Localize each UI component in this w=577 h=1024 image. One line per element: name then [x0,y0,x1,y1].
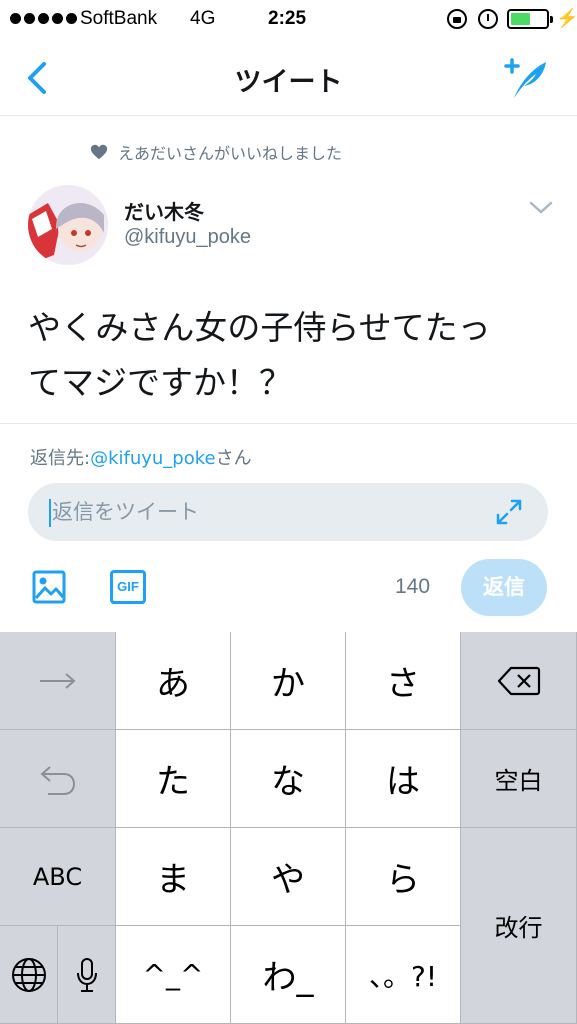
globe-icon [11,957,46,992]
network-type: 4G [190,8,216,29]
kana-key-label: ら [386,860,420,900]
expand-icon [496,499,522,525]
character-counter: 140 [395,575,431,598]
punctuation-key[interactable]: 、。?! [346,926,461,1024]
liked-banner-text: えあだいさんがいいねしました [118,144,343,163]
return-key[interactable]: 改行 [461,828,577,1024]
kana-key[interactable]: た [116,730,231,828]
tweet-text-line: やくみさん女の子侍らせてたっ [28,308,491,347]
reply-to-label: 返信先:@kifuyu_pokeさん [30,444,252,470]
add-photo-button[interactable] [32,570,66,604]
punctuation-key-label: 、。?! [368,959,438,993]
kana-key-label: は [386,762,420,802]
divider [0,423,577,424]
tweet-text: やくみさん女の子侍らせてたっ てマジですか！？ [28,300,548,410]
space-key[interactable]: 空白 [461,730,577,828]
reply-composer[interactable] [28,483,548,541]
signal-strength-icon [10,13,77,24]
japanese-keyboard: ABC あ か さ た な は ま や ら ^_^ わ_ 、。?! 空白 改行 [0,632,577,1024]
kana-key-label: ま [156,860,190,900]
avatar-illustration [28,185,108,265]
author-handle[interactable]: @kifuyu_poke [124,226,251,249]
cursor-forward-key[interactable] [0,632,116,730]
carrier-name: SoftBank [80,8,158,29]
delete-key[interactable] [461,632,577,730]
alarm-icon [478,9,498,29]
reply-submit-button[interactable]: 返信 [461,559,547,616]
dictation-key[interactable] [58,926,116,1024]
tweet-text-line: てマジですか！？ [28,363,292,402]
microphone-icon [76,957,97,992]
battery-icon [507,9,553,29]
backspace-icon [497,666,540,695]
emoticon-key[interactable]: ^_^ [116,926,231,1024]
kana-key-label: さ [386,664,420,704]
kana-key-wa[interactable]: わ_ [231,926,346,1024]
add-gif-button[interactable]: GIF [110,570,146,604]
author-name[interactable]: だい木冬 [124,196,204,225]
space-key-label: 空白 [494,767,543,795]
compose-tweet-button[interactable] [500,54,552,102]
kana-key[interactable]: さ [346,632,461,730]
tweet-options-button[interactable] [528,198,554,218]
abc-key[interactable]: ABC [0,828,116,926]
rotation-lock-icon [447,9,467,29]
chevron-down-icon [529,201,553,214]
kana-key[interactable]: ら [346,828,461,926]
reply-input[interactable] [52,483,472,541]
status-bar: SoftBank 4G 2:25 ⚡ [0,0,577,38]
kana-key[interactable]: な [231,730,346,828]
reply-to-suffix: さん [215,448,252,469]
charging-icon: ⚡ [556,8,577,28]
return-key-label: 改行 [494,914,543,942]
kana-key[interactable]: や [231,828,346,926]
kana-key[interactable]: あ [116,632,231,730]
page-title: ツイート [234,67,343,98]
kana-key-label: か [271,664,305,704]
image-icon [32,570,66,604]
arrow-right-icon [39,672,76,689]
reply-toolbar: GIF 140 返信 [0,555,577,621]
compose-feather-icon [504,58,546,98]
undo-key[interactable] [0,730,116,828]
kana-key-label: あ [156,664,190,704]
status-time: 2:25 [268,8,307,29]
kana-key[interactable]: か [231,632,346,730]
kana-key[interactable]: は [346,730,461,828]
expand-composer-button[interactable] [494,497,524,527]
reply-to-prefix: 返信先: [30,448,91,469]
kana-key[interactable]: ま [116,828,231,926]
nav-bar: ツイート [0,38,577,116]
globe-key[interactable] [0,926,58,1024]
liked-banner: えあだいさんがいいねしました [90,140,342,164]
emoticon-key-label: ^_^ [142,958,204,991]
undo-icon [39,765,75,795]
kana-key-label: た [156,762,190,802]
kana-key-label: わ_ [262,958,314,998]
avatar[interactable] [28,185,108,265]
abc-key-label: ABC [32,862,83,891]
kana-key-label: な [271,762,305,802]
kana-key-label: や [271,860,305,900]
heart-icon [90,144,108,160]
text-caret [49,499,51,527]
reply-to-mention[interactable]: @kifuyu_poke [90,448,216,469]
